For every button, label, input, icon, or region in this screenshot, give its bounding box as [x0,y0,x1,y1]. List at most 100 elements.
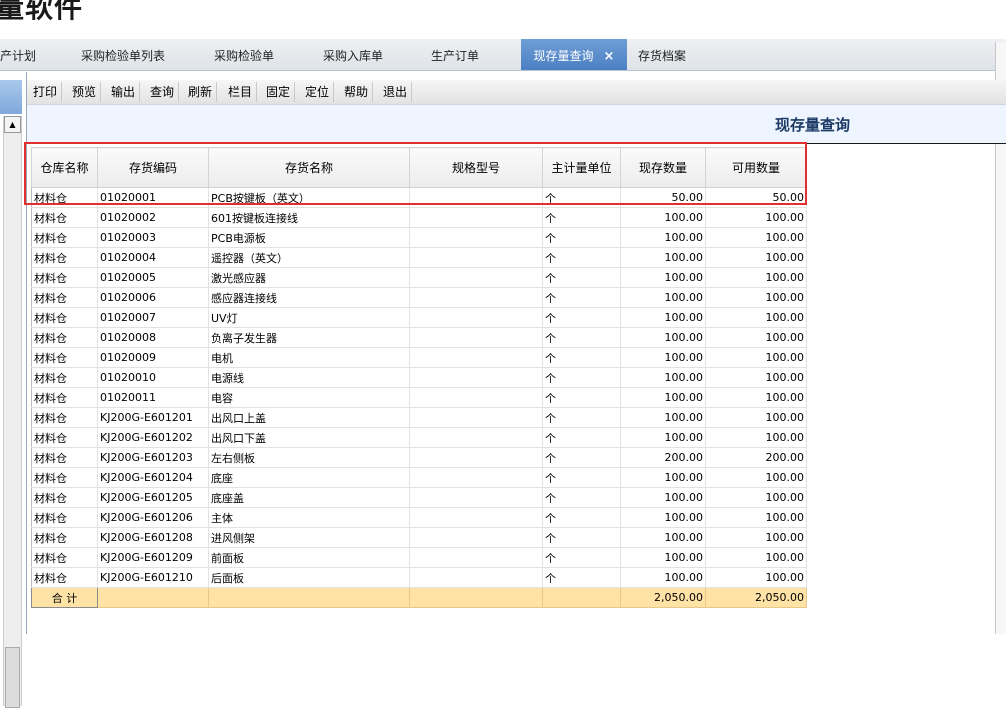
exit-button[interactable]: 退出 [379,82,413,102]
left-nav-pane: ▲ [0,72,27,708]
cell-warehouse: 材料仓 [31,347,98,368]
tab-production-plan[interactable]: 产计划 [0,39,36,70]
cell-item-code: 01020007 [97,307,209,328]
cell-available-qty: 100.00 [705,207,807,228]
tab-production-order[interactable]: 生产订单 [418,39,492,70]
cell-item-code: KJ200G-E601210 [97,567,209,588]
cell-current-qty: 100.00 [620,467,706,488]
table-row[interactable]: 材料仓 KJ200G-E601206 主体个 100.00 100.00 [31,507,807,528]
cell-available-qty: 100.00 [705,367,807,388]
refresh-button[interactable]: 刷新 [184,82,218,102]
cell-available-qty: 100.00 [705,307,807,328]
scroll-up-arrow-icon[interactable]: ▲ [4,116,21,133]
report-header: 现存量查询 [27,105,1006,144]
columns-button[interactable]: 栏目 [224,82,258,102]
cell-item-name: 遥控器（英文） [208,247,410,268]
cell-warehouse: 材料仓 [31,247,98,268]
table-row[interactable]: 材料仓 01020001 PCB按键板（英文）个 50.00 50.00 [31,187,807,208]
export-button[interactable]: 输出 [107,82,141,102]
table-row[interactable]: 材料仓 KJ200G-E601202 出风口下盖个 100.00 100.00 [31,427,807,448]
cell-current-qty: 100.00 [620,307,706,328]
cell-available-qty: 100.00 [705,287,807,308]
cell-available-qty: 100.00 [705,267,807,288]
cell-current-qty: 100.00 [620,267,706,288]
scrollbar-track[interactable] [3,116,22,706]
scrollbar-thumb[interactable] [5,647,20,708]
cell-available-qty: 100.00 [705,467,807,488]
table-row[interactable]: 材料仓 KJ200G-E601208 进风侧架个 100.00 100.00 [31,527,807,548]
table-row[interactable]: 材料仓 01020007 UV灯个 100.00 100.00 [31,307,807,328]
table-row[interactable]: 材料仓 01020002 601按键板连接线个 100.00 100.00 [31,207,807,228]
close-icon[interactable]: × [604,40,615,74]
table-row[interactable]: 材料仓 KJ200G-E601204 底座个 100.00 100.00 [31,467,807,488]
cell-item-code: 01020010 [97,367,209,388]
cell-current-qty: 100.00 [620,387,706,408]
cell-current-qty: 100.00 [620,507,706,528]
cell-spec [409,487,543,508]
tab-label: 采购检验单 [213,49,274,63]
tab-purchase-inspection[interactable]: 采购检验单 [200,39,288,70]
tab-purchase-inspection-list[interactable]: 采购检验单列表 [68,39,178,70]
col-header-warehouse[interactable]: 仓库名称 [31,147,98,188]
cell-available-qty: 50.00 [705,187,807,208]
table-row[interactable]: 材料仓 01020006 感应器连接线个 100.00 100.00 [31,287,807,308]
cell-spec [409,187,543,208]
help-button[interactable]: 帮助 [340,82,374,102]
cell-item-name: 底座 [208,467,410,488]
app-title: 量软件 [0,0,84,24]
tab-purchase-receipt[interactable]: 采购入库单 [310,39,396,70]
total-available-qty: 2,050.00 [705,587,807,608]
cell-current-qty: 100.00 [620,367,706,388]
table-row[interactable]: 材料仓 01020010 电源线个 100.00 100.00 [31,367,807,388]
col-header-item-code[interactable]: 存货编码 [97,147,209,188]
cell-current-qty: 100.00 [620,227,706,248]
total-row: 合 计 2,050.00 2,050.00 [31,587,807,608]
cell-current-qty: 100.00 [620,407,706,428]
print-button[interactable]: 打印 [29,82,63,102]
table-row[interactable]: 材料仓 KJ200G-E601203 左右侧板个 200.00 200.00 [31,447,807,468]
cell-unit: 个 [542,467,621,488]
table-row[interactable]: 材料仓 KJ200G-E601201 出风口上盖个 100.00 100.00 [31,407,807,428]
preview-button[interactable]: 预览 [68,82,102,102]
cell-unit: 个 [542,387,621,408]
col-header-item-name[interactable]: 存货名称 [208,147,410,188]
col-header-current-qty[interactable]: 现存数量 [620,147,706,188]
cell-spec [409,527,543,548]
tab-stock-query[interactable]: 现存量查询 × [521,39,627,70]
cell-item-name: 后面板 [208,567,410,588]
table-row[interactable]: 材料仓 01020005 激光感应器个 100.00 100.00 [31,267,807,288]
col-header-spec[interactable]: 规格型号 [409,147,543,188]
cell-available-qty: 100.00 [705,407,807,428]
table-row[interactable]: 材料仓 01020011 电容个 100.00 100.00 [31,387,807,408]
query-button[interactable]: 查询 [146,82,180,102]
cell-unit: 个 [542,367,621,388]
freeze-button[interactable]: 固定 [262,82,296,102]
cell-spec [409,247,543,268]
col-header-unit[interactable]: 主计量单位 [542,147,621,188]
cell-item-code: KJ200G-E601205 [97,487,209,508]
cell-warehouse: 材料仓 [31,327,98,348]
cell-item-code: 01020003 [97,227,209,248]
table-row[interactable]: 材料仓 KJ200G-E601209 前面板个 100.00 100.00 [31,547,807,568]
table-row[interactable]: 材料仓 01020009 电机个 100.00 100.00 [31,347,807,368]
total-empty [97,587,209,608]
cell-item-name: 电机 [208,347,410,368]
table-row[interactable]: 材料仓 KJ200G-E601205 底座盖个 100.00 100.00 [31,487,807,508]
table-row[interactable]: 材料仓 KJ200G-E601210 后面板个 100.00 100.00 [31,567,807,588]
cell-unit: 个 [542,427,621,448]
tab-inventory-archive[interactable]: 存货档案 [632,39,692,70]
cell-item-code: KJ200G-E601206 [97,507,209,528]
cell-current-qty: 50.00 [620,187,706,208]
cell-warehouse: 材料仓 [31,267,98,288]
locate-button[interactable]: 定位 [301,82,335,102]
cell-warehouse: 材料仓 [31,487,98,508]
table-row[interactable]: 材料仓 01020008 负离子发生器个 100.00 100.00 [31,327,807,348]
tab-label: 存货档案 [637,49,686,63]
cell-warehouse: 材料仓 [31,307,98,328]
cell-spec [409,507,543,528]
col-header-available-qty[interactable]: 可用数量 [705,147,807,188]
cell-item-name: PCB按键板（英文） [208,187,410,208]
table-row[interactable]: 材料仓 01020004 遥控器（英文）个 100.00 100.00 [31,247,807,268]
table-row[interactable]: 材料仓 01020003 PCB电源板个 100.00 100.00 [31,227,807,248]
nav-header[interactable] [0,80,22,114]
